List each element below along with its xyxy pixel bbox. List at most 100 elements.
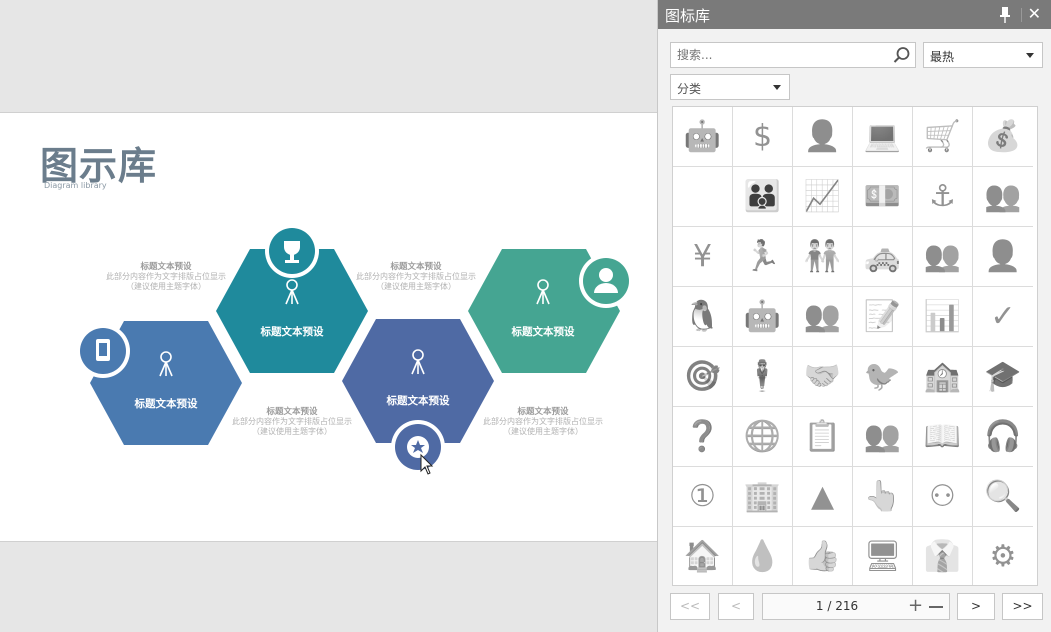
- icon-cell[interactable]: ①: [673, 467, 733, 527]
- icon-cell[interactable]: 👥: [973, 167, 1033, 227]
- next-page-button[interactable]: >: [957, 593, 995, 620]
- icon-cell[interactable]: 👆: [853, 467, 913, 527]
- last-page-button[interactable]: >>: [1002, 593, 1043, 620]
- gear-head-icon: ⚙: [989, 538, 1017, 574]
- note-4: 标题文本预设 此部分内容作为文字排版占位显示 （建议使用主题字体）: [468, 407, 618, 437]
- icon-cell[interactable]: 🐦: [853, 347, 913, 407]
- note-title: 标题文本预设: [140, 262, 192, 272]
- slide-canvas: 图示库 Diagram library 标题文本预设 标题文本预设 标题文本预设…: [0, 0, 657, 632]
- icon-cell[interactable]: 📋: [793, 407, 853, 467]
- edit-note-icon: 📝: [863, 298, 902, 334]
- icon-cell[interactable]: 🌐: [733, 407, 793, 467]
- thumbs-up-icon: 👍: [803, 538, 842, 574]
- monitor-icon: 🖥: [863, 538, 902, 574]
- icon-cell[interactable]: 👥: [853, 407, 913, 467]
- icon-library-panel: 图标库 ✕ 最热 分类 🤖 $ 👤 💻 🛒 💰 👪 📈 💵 ⚓ 👥 ¥ 🏃 👬 🚕 👥 👤 🐧 🤖 👥 📝 📊 ✓ 🎯 🕴 🤝 🐦 🏫…: [657, 0, 1051, 632]
- note-line: 此部分内容作为文字排版占位显示: [106, 272, 226, 281]
- icon-cell[interactable]: ▲: [793, 467, 853, 527]
- icon-cell[interactable]: 🏠: [673, 527, 733, 585]
- sort-value: 最热: [930, 50, 955, 64]
- note-line: 此部分内容作为文字排版占位显示: [232, 417, 352, 426]
- titlebar-separator: [1021, 8, 1022, 22]
- icon-cell[interactable]: 🕴: [733, 347, 793, 407]
- icon-cell[interactable]: ¥: [673, 227, 733, 287]
- icon-cell[interactable]: 🛒: [913, 107, 973, 167]
- icon-cell[interactable]: 🏃: [733, 227, 793, 287]
- note-2: 标题文本预设 此部分内容作为文字排版占位显示 （建议使用主题字体）: [217, 407, 367, 437]
- android-icon: 🤖: [683, 118, 722, 154]
- graduate-icon: 🎓: [984, 358, 1022, 394]
- icon-cell[interactable]: 🤖: [733, 287, 793, 347]
- icon-cell[interactable]: 👤: [793, 107, 853, 167]
- icon-cell[interactable]: ⚙: [973, 527, 1033, 585]
- prev-page-button[interactable]: <: [718, 593, 754, 620]
- icon-cell[interactable]: 👥: [793, 287, 853, 347]
- taxi-icon: 🚕: [863, 238, 902, 274]
- laptop-chart-icon: 💻: [863, 118, 902, 154]
- icon-cell[interactable]: 🏫: [913, 347, 973, 407]
- classroom-icon: 🏫: [923, 358, 962, 394]
- icon-cell[interactable]: 💧: [733, 527, 793, 585]
- panel-titlebar[interactable]: 图标库 ✕: [658, 0, 1051, 29]
- phone-badge-icon: [76, 324, 130, 378]
- icon-cell[interactable]: 📈: [793, 167, 853, 227]
- icon-cell[interactable]: 🎯: [673, 347, 733, 407]
- note-line: 此部分内容作为文字排版占位显示: [483, 417, 603, 426]
- yen-icon: ¥: [692, 238, 713, 274]
- icon-cell[interactable]: 🎧: [973, 407, 1033, 467]
- coin-one-icon: ①: [689, 478, 716, 514]
- icon-cell[interactable]: 🏢: [733, 467, 793, 527]
- note-title: 标题文本预设: [390, 262, 442, 272]
- target-icon: 🎯: [683, 358, 722, 394]
- pyramid-icon: ▲: [810, 478, 835, 514]
- icon-cell[interactable]: 👍: [793, 527, 853, 585]
- note-title: 标题文本预设: [517, 407, 569, 417]
- icon-cell[interactable]: 🐧: [673, 287, 733, 347]
- icon-cell[interactable]: 🤝: [793, 347, 853, 407]
- hexagon-4-label: 标题文本预设: [511, 326, 575, 338]
- close-icon[interactable]: ✕: [1028, 4, 1041, 23]
- icon-cell[interactable]: ❓: [673, 407, 733, 467]
- icon-cell[interactable]: 👤: [973, 227, 1033, 287]
- icon-cell[interactable]: 👪: [733, 167, 793, 227]
- qq-penguin-icon: 🐧: [683, 298, 722, 334]
- icon-cell[interactable]: 🤖: [673, 107, 733, 167]
- search-input[interactable]: [677, 47, 887, 63]
- note-3: 标题文本预设 此部分内容作为文字排版占位显示 （建议使用主题字体）: [341, 262, 491, 292]
- icon-cell[interactable]: 👬: [793, 227, 853, 287]
- pin-icon[interactable]: [997, 6, 1013, 24]
- search-icon[interactable]: [893, 46, 911, 64]
- sort-dropdown[interactable]: 最热: [923, 42, 1043, 68]
- icon-cell[interactable]: ⚇: [913, 467, 973, 527]
- icon-cell[interactable]: $: [733, 107, 793, 167]
- search-box[interactable]: [670, 42, 916, 68]
- icon-cell[interactable]: 📝: [853, 287, 913, 347]
- first-page-button[interactable]: <<: [670, 593, 710, 620]
- icon-cell[interactable]: ✓: [973, 287, 1033, 347]
- icon-cell[interactable]: 🖥: [853, 527, 913, 585]
- zoom-out-icon[interactable]: [929, 606, 943, 608]
- icon-cell[interactable]: 👥: [913, 227, 973, 287]
- zoom-in-icon[interactable]: +: [908, 593, 923, 618]
- category-value: 分类: [677, 82, 702, 96]
- icon-cell[interactable]: 💵: [853, 167, 913, 227]
- icon-cell[interactable]: 🚕: [853, 227, 913, 287]
- icon-cell[interactable]: 🔍: [973, 467, 1033, 527]
- icon-cell[interactable]: 📊: [913, 287, 973, 347]
- category-dropdown[interactable]: 分类: [670, 74, 790, 100]
- icon-cell[interactable]: 👔: [913, 527, 973, 585]
- businessman-icon: 👤: [803, 118, 842, 154]
- slide[interactable]: 图示库 Diagram library 标题文本预设 标题文本预设 标题文本预设…: [0, 112, 657, 542]
- icon-cell[interactable]: 💰: [973, 107, 1033, 167]
- icon-cell[interactable]: [673, 167, 733, 227]
- team-icon: 👥: [803, 298, 842, 334]
- icon-cell[interactable]: 📖: [913, 407, 973, 467]
- cash-stack-icon: 💵: [863, 178, 902, 214]
- group-icon: 👥: [923, 238, 962, 274]
- water-drop-icon: 💧: [743, 538, 782, 574]
- icon-cell[interactable]: 🎓: [973, 347, 1033, 407]
- family-icon: 👪: [743, 178, 782, 214]
- icon-cell[interactable]: 💻: [853, 107, 913, 167]
- business-team-icon: 👬: [803, 238, 842, 274]
- icon-cell[interactable]: ⚓: [913, 167, 973, 227]
